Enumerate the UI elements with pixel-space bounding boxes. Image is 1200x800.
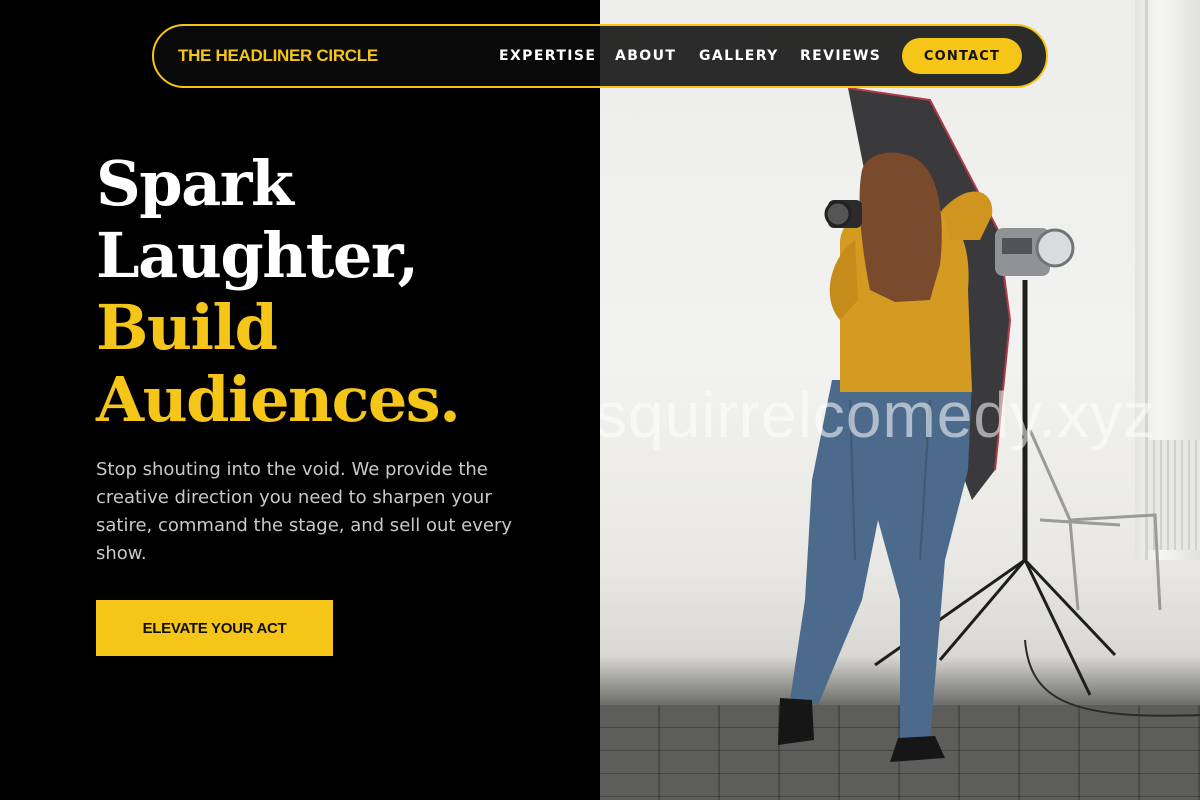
nav-link-about[interactable]: ABOUT (615, 48, 676, 64)
elevate-your-act-button[interactable]: ELEVATE YOUR ACT (96, 600, 333, 656)
brand-logo[interactable]: THE HEADLINER CIRCLE (178, 46, 378, 66)
hero-headline: Spark Laughter, Build Audiences. (96, 147, 461, 436)
top-navigation: THE HEADLINER CIRCLE EXPERTISE ABOUT GAL… (152, 24, 1048, 88)
watermark-text: squirrelcomedy.xyz (600, 379, 1156, 451)
headline-line-3: Build (96, 291, 278, 364)
nav-link-expertise[interactable]: EXPERTISE (499, 48, 596, 64)
nav-link-gallery[interactable]: GALLERY (699, 48, 779, 64)
nav-link-reviews[interactable]: REVIEWS (800, 48, 881, 64)
headline-line-2: Laughter, (96, 219, 419, 292)
hair (859, 152, 942, 302)
headline-line-1: Spark (96, 147, 294, 220)
contact-button[interactable]: CONTACT (902, 38, 1022, 74)
hero-description: Stop shouting into the void. We provide … (96, 459, 513, 564)
hero-photo: squirrelcomedy.xyz (600, 0, 1200, 800)
headline-line-4: Audiences. (96, 363, 461, 436)
